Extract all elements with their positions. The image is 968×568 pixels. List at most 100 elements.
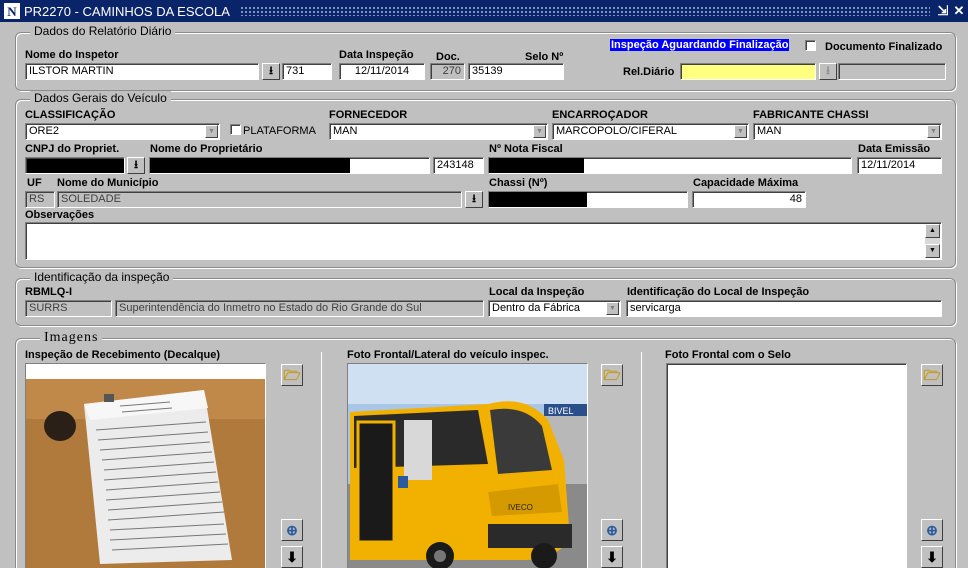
inspetor-label: Nome do Inspetor xyxy=(25,49,119,61)
doc-label: Doc. xyxy=(436,51,460,63)
doc-field: 270 xyxy=(430,63,465,80)
img2-label: Foto Frontal/Lateral do veículo inspec. xyxy=(347,349,549,361)
encarrocador-select[interactable]: MARCOPOLO/CIFERAL ▼ xyxy=(552,123,749,140)
img3-selo-image xyxy=(666,363,907,568)
close-icon[interactable]: ✕ xyxy=(952,3,966,19)
download-arrow-icon: ⭳ xyxy=(269,65,273,77)
fornecedor-value: MAN xyxy=(333,125,358,137)
encarrocador-label: ENCARROÇADOR xyxy=(552,109,648,121)
chassi-label: Chassi (Nº) xyxy=(489,177,548,189)
redaction-block xyxy=(489,158,584,173)
chevron-down-icon: ▼ xyxy=(533,125,546,138)
folder-open-icon: 🗁 xyxy=(283,367,301,383)
rbmlq-label: RBMLQ-I xyxy=(25,286,73,298)
img2-download-button[interactable]: ⬇ xyxy=(601,546,623,568)
img1-recebimento-image xyxy=(25,363,266,568)
data-emissao-field[interactable]: 12/11/2014 xyxy=(857,157,942,174)
document-photo xyxy=(26,364,265,568)
data-inspecao-label: Data Inspeção xyxy=(339,49,414,61)
inspetor-code-field[interactable]: 731 xyxy=(282,63,332,80)
id-local-label: Identificação do Local de Inspeção xyxy=(627,286,810,298)
chevron-down-icon: ▼ xyxy=(927,125,940,138)
image-divider xyxy=(321,352,322,568)
observacoes-textarea[interactable] xyxy=(25,222,942,260)
classificacao-select[interactable]: ORE2 ▼ xyxy=(25,123,220,140)
capacidade-label: Capacidade Máxima xyxy=(693,177,799,189)
proprietario-code-field[interactable]: 243148 xyxy=(433,157,484,174)
img2-veiculo-image: BIVEL IVECO xyxy=(347,363,588,568)
fabricante-select[interactable]: MAN ▼ xyxy=(753,123,942,140)
municipio-label: Nome do Município xyxy=(57,177,159,189)
scroll-up-icon[interactable]: ▲ xyxy=(925,224,940,238)
observacoes-label: Observações xyxy=(25,209,95,221)
data-inspecao-field[interactable]: 12/11/2014 xyxy=(339,63,425,80)
proprietario-name-field[interactable] xyxy=(149,157,430,174)
uf-label: UF xyxy=(27,177,42,189)
veiculo-group-title: Dados Gerais do Veículo xyxy=(30,91,171,105)
app-icon: N xyxy=(4,3,20,19)
bivel-sign: BIVEL xyxy=(548,406,574,416)
nota-fiscal-field[interactable] xyxy=(488,157,852,174)
img1-zoom-button[interactable]: ⊕ xyxy=(281,519,303,541)
redaction-block xyxy=(150,158,350,173)
inspetor-lookup-button[interactable]: ⭳ xyxy=(262,63,280,80)
scroll-down-icon[interactable]: ▼ xyxy=(925,244,940,258)
iveco-badge: IVECO xyxy=(508,503,533,512)
zoom-in-icon: ⊕ xyxy=(926,522,938,538)
proprietario-label: Nome do Proprietário xyxy=(150,143,263,155)
download-arrow-icon: ⭳ xyxy=(134,159,138,171)
cnpj-lookup-button[interactable]: ⭳ xyxy=(127,157,145,174)
img2-folder-button[interactable]: 🗁 xyxy=(601,364,623,386)
chassi-field[interactable] xyxy=(488,191,688,208)
img1-label: Inspeção de Recebimento (Decalque) xyxy=(25,349,220,361)
img3-label: Foto Frontal com o Selo xyxy=(665,349,791,361)
plataforma-label: PLATAFORMA xyxy=(243,125,316,137)
classificacao-label: CLASSIFICAÇÃO xyxy=(25,109,116,121)
data-emissao-label: Data Emissão xyxy=(858,143,931,155)
redaction-block xyxy=(489,192,587,207)
plataforma-checkbox[interactable] xyxy=(230,124,241,135)
cnpj-label: CNPJ do Propriet. xyxy=(25,143,120,155)
selo-label: Selo Nº xyxy=(525,51,564,63)
id-local-field[interactable]: servicarga xyxy=(626,300,942,317)
rel-diario-lookup-button[interactable]: ⭳ xyxy=(819,63,837,80)
documento-finalizado-label: Documento Finalizado xyxy=(825,41,943,53)
img2-zoom-button[interactable]: ⊕ xyxy=(601,519,623,541)
capacidade-field[interactable]: 48 xyxy=(692,191,806,208)
download-arrow-icon: ⭳ xyxy=(826,65,830,77)
window-title: PR2270 - CAMINHOS DA ESCOLA xyxy=(24,3,234,19)
selo-field[interactable]: 35139 xyxy=(468,63,564,80)
img1-folder-button[interactable]: 🗁 xyxy=(281,364,303,386)
img3-folder-button[interactable]: 🗁 xyxy=(921,364,943,386)
img3-download-button[interactable]: ⬇ xyxy=(921,546,943,568)
municipio-lookup-button[interactable]: ⭳ xyxy=(465,191,483,208)
rel-diario-desc-field xyxy=(838,63,946,80)
encarrocador-value: MARCOPOLO/CIFERAL xyxy=(556,125,678,137)
rbmlq-name-field: Superintendência do Inmetro no Estado do… xyxy=(115,300,484,317)
relatorio-group-title: Dados do Relatório Diário xyxy=(30,24,176,38)
imagens-group-title: Imagens xyxy=(40,330,103,346)
download-arrow-icon: ⭳ xyxy=(472,193,476,205)
municipio-field: SOLEDADE xyxy=(57,191,462,208)
chevron-down-icon: ▼ xyxy=(734,125,747,138)
observacoes-scrollbar[interactable]: ▲ ▼ xyxy=(925,224,940,258)
img1-download-button[interactable]: ⬇ xyxy=(281,546,303,568)
rel-diario-label: Rel.Diário xyxy=(623,66,675,78)
folder-open-icon: 🗁 xyxy=(603,367,621,383)
uf-field: RS xyxy=(25,191,55,208)
local-inspecao-select[interactable]: Dentro da Fábrica ▼ xyxy=(488,300,621,317)
minimize-icon[interactable]: ⇲ xyxy=(936,3,950,19)
documento-finalizado-checkbox[interactable] xyxy=(805,40,816,51)
fabricante-label: FABRICANTE CHASSI xyxy=(753,109,869,121)
fornecedor-select[interactable]: MAN ▼ xyxy=(329,123,548,140)
fornecedor-label: FORNECEDOR xyxy=(329,109,408,121)
rel-diario-field[interactable] xyxy=(680,63,816,80)
cnpj-field[interactable] xyxy=(25,157,125,174)
img3-zoom-button[interactable]: ⊕ xyxy=(921,519,943,541)
identificacao-group-title: Identificação da inspeção xyxy=(30,270,174,284)
classificacao-value: ORE2 xyxy=(29,125,59,137)
zoom-in-icon: ⊕ xyxy=(286,522,298,538)
bus-photo: BIVEL IVECO xyxy=(348,364,587,568)
chevron-down-icon: ▼ xyxy=(205,125,218,138)
inspetor-name-field[interactable]: ILSTOR MARTIN xyxy=(25,63,259,80)
